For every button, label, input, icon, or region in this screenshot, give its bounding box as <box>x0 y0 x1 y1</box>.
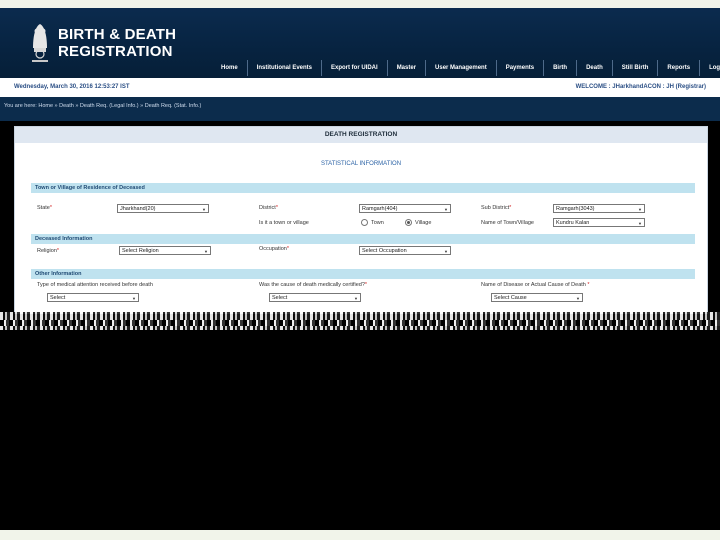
nav-reports[interactable]: Reports <box>657 60 699 76</box>
name-of-town-label: Name of Town/Village <box>481 220 534 226</box>
slide-frame: BIRTH & DEATH REGISTRATION Home Institut… <box>0 8 720 530</box>
medical-attention-label: Type of medical attention received befor… <box>37 282 153 288</box>
brand-line-1: BIRTH & DEATH <box>58 26 177 43</box>
town-village-select[interactable]: Kundru Kalan <box>553 218 645 227</box>
occupation-label: Occupation* <box>259 246 289 252</box>
death-registration-form: DEATH REGISTRATION STATISTICAL INFORMATI… <box>14 126 708 314</box>
town-radio[interactable] <box>361 219 368 226</box>
nav-export-uidai[interactable]: Export for UIDAI <box>321 60 387 76</box>
section-deceased: Deceased Information <box>31 234 695 244</box>
national-emblem-icon <box>32 24 48 62</box>
brand-line-2: REGISTRATION <box>58 43 173 60</box>
nav-master[interactable]: Master <box>386 60 425 76</box>
site-header: BIRTH & DEATH REGISTRATION Home Institut… <box>0 8 720 78</box>
form-subtitle: STATISTICAL INFORMATION <box>320 161 402 167</box>
sub-district-select[interactable]: Ramgarh(3043) <box>553 204 645 213</box>
nav-still-birth[interactable]: Still Birth <box>611 60 658 76</box>
religion-label: Religion* <box>37 248 60 254</box>
village-radio-label: Village <box>415 220 432 226</box>
town-radio-label: Town <box>371 220 384 226</box>
disease-select[interactable]: Select Cause <box>491 293 583 302</box>
nav-death[interactable]: Death <box>576 60 612 76</box>
nav-institutional-events[interactable]: Institutional Events <box>246 60 321 76</box>
breadcrumb-text[interactable]: You are here: Home » Death » Death Req. … <box>4 103 201 109</box>
occupation-select[interactable]: Select Occupation <box>359 246 451 255</box>
main-nav: Home Institutional Events Export for UID… <box>212 60 720 76</box>
state-select[interactable]: Jharkhand(20) <box>117 204 209 213</box>
section-other: Other Information <box>31 269 695 279</box>
nav-user-management[interactable]: User Management <box>425 60 496 76</box>
village-radio[interactable] <box>405 219 412 226</box>
info-bar: Wednesday, March 30, 2016 12:53:27 IST W… <box>0 78 720 97</box>
welcome-text: WELCOME : JHarkhandACON : JH (Registrar) <box>575 84 706 90</box>
district-select[interactable]: Ramgarh(404) <box>359 204 451 213</box>
certified-select[interactable]: Select <box>269 293 361 302</box>
district-label: District* <box>259 205 278 211</box>
glitch-band-inner <box>0 320 720 326</box>
state-label: State* <box>37 205 52 211</box>
certified-label: Was the cause of death medically certifi… <box>259 282 368 288</box>
nav-payments[interactable]: Payments <box>495 60 543 76</box>
nav-birth[interactable]: Birth <box>543 60 576 76</box>
form-title: DEATH REGISTRATION <box>15 127 707 143</box>
section-residence: Town or Village of Residence of Deceased <box>31 183 695 193</box>
disease-label: Name of Disease or Actual Cause of Death… <box>481 282 590 288</box>
nav-home[interactable]: Home <box>212 60 247 76</box>
sub-district-label: Sub District* <box>481 205 512 211</box>
nav-logout[interactable]: Logout <box>699 60 720 76</box>
medical-attention-select[interactable]: Select <box>47 293 139 302</box>
town-or-village-label: Is it a town or village <box>259 220 309 226</box>
current-date: Wednesday, March 30, 2016 12:53:27 IST <box>14 84 130 90</box>
religion-select[interactable]: Select Religion <box>119 246 211 255</box>
breadcrumb: You are here: Home » Death » Death Req. … <box>0 97 720 121</box>
